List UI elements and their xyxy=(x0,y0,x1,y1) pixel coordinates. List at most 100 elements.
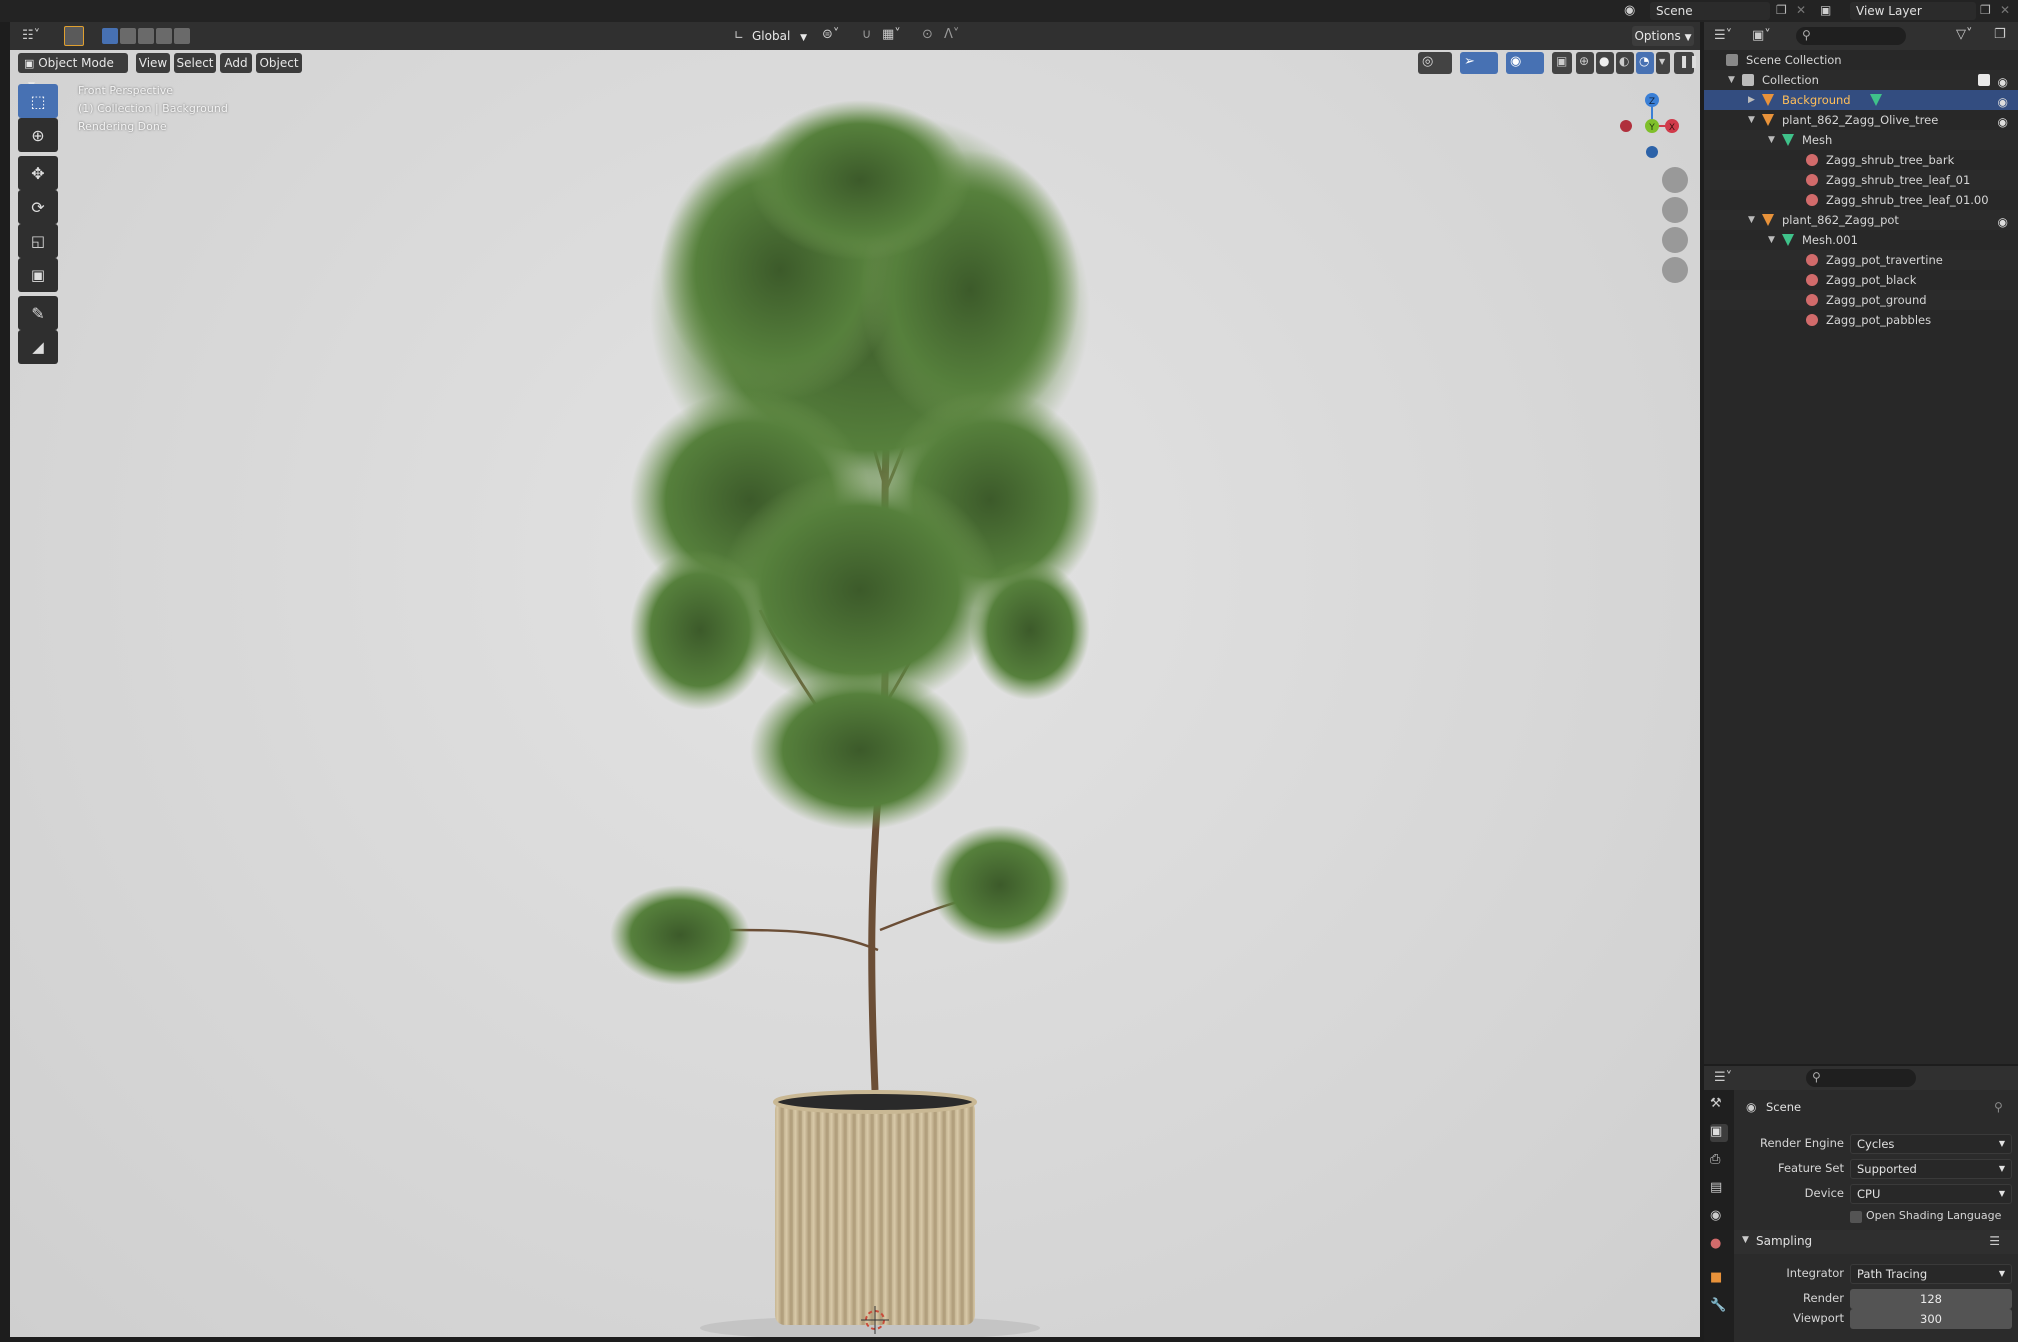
select-mode-extend-icon[interactable] xyxy=(120,28,136,44)
select-tool-icon[interactable] xyxy=(64,26,84,46)
proportional-edit-icon[interactable]: ⊙ xyxy=(922,27,933,42)
menu-select[interactable]: Select xyxy=(174,53,216,73)
tool-measure[interactable]: ◢ xyxy=(18,330,58,364)
tool-scale[interactable]: ◱ xyxy=(18,224,58,258)
snap-icon[interactable]: ∪ xyxy=(862,27,872,42)
new-collection-icon[interactable]: ❐ xyxy=(1994,27,2006,42)
list-icon[interactable]: ☰ xyxy=(1989,1234,2000,1248)
falloff-icon[interactable]: Λ˅ xyxy=(944,27,959,42)
remove-view-layer-icon[interactable]: ✕ xyxy=(2000,3,2010,17)
outliner-row-pot[interactable]: ▼ plant_862_Zagg_pot ◉ xyxy=(1704,210,2018,230)
checkbox-icon[interactable] xyxy=(1978,74,1990,86)
pin-icon[interactable]: ⚲ xyxy=(1994,1100,2003,1114)
eye-icon[interactable]: ◉ xyxy=(1998,212,2008,232)
new-scene-icon[interactable]: ❐ xyxy=(1776,3,1787,17)
outliner-row-material[interactable]: Zagg_pot_black xyxy=(1704,270,2018,290)
3d-viewport[interactable]: ▣ Object Mode ▼ View Select Add Object ◎… xyxy=(10,50,1700,1337)
chevron-down-icon[interactable]: ▼ xyxy=(1728,70,1735,90)
eye-icon[interactable]: ◉ xyxy=(1998,112,2008,132)
chevron-down-icon[interactable]: ▼ xyxy=(1768,130,1775,150)
shading-wireframe[interactable]: ⊕ xyxy=(1576,52,1594,74)
shading-rendered[interactable]: ◔ xyxy=(1636,52,1654,74)
chevron-down-icon[interactable]: ▼ xyxy=(1748,110,1755,130)
tool-tab-icon[interactable]: ⚒ xyxy=(1710,1096,1728,1114)
editor-type-icon[interactable]: ☷˅ xyxy=(22,28,40,43)
select-mode-subtract-icon[interactable] xyxy=(138,28,154,44)
pause-render-button[interactable]: ❚❚ xyxy=(1674,52,1699,74)
outliner-row-material[interactable]: Zagg_shrub_tree_leaf_01.00 xyxy=(1704,190,2018,210)
select-mode-invert-icon[interactable] xyxy=(156,28,172,44)
outliner-row-material[interactable]: Zagg_shrub_tree_leaf_01 xyxy=(1704,170,2018,190)
tool-select-box[interactable]: ⬚ xyxy=(18,84,58,118)
options-dropdown[interactable]: Options ▼ xyxy=(1632,26,1694,46)
select-mode-intersect-icon[interactable] xyxy=(174,28,190,44)
gizmo-toggle[interactable]: ➢ xyxy=(1460,52,1498,74)
properties-editor-type-icon[interactable]: ☰˅ xyxy=(1714,1070,1732,1085)
shading-solid[interactable]: ● xyxy=(1596,52,1614,74)
mode-selector[interactable]: ▣ Object Mode ▼ xyxy=(18,53,128,91)
tool-transform[interactable]: ▣ xyxy=(18,258,58,292)
transform-orientation-icon[interactable]: ∟ xyxy=(734,28,744,42)
visibility-dropdown[interactable]: ◎ xyxy=(1418,52,1452,74)
render-samples-field[interactable]: 128 xyxy=(1850,1289,2012,1309)
viewport-samples-field[interactable]: 300 xyxy=(1850,1309,2012,1329)
perspective-grid-icon[interactable] xyxy=(1662,257,1688,283)
camera-view-icon[interactable] xyxy=(1662,227,1688,253)
snap-target-icon[interactable]: ▦˅ xyxy=(882,27,901,42)
eye-icon[interactable]: ◉ xyxy=(1998,72,2008,92)
outliner-row-mesh[interactable]: ▼ Mesh.001 xyxy=(1704,230,2018,250)
device-dropdown[interactable]: CPU ▼ xyxy=(1850,1184,2012,1204)
view-layer-icon[interactable]: ▣ xyxy=(1820,3,1831,17)
svg-text:Y: Y xyxy=(1648,123,1655,133)
outliner-row-collection[interactable]: ▼ Collection ◉ xyxy=(1704,70,2018,90)
axis-neg-x-icon[interactable] xyxy=(1620,120,1632,132)
integrator-dropdown[interactable]: Path Tracing ▼ xyxy=(1850,1264,2012,1284)
new-view-layer-icon[interactable]: ❐ xyxy=(1980,3,1991,17)
outliner-row-background[interactable]: ▶ Background ◉ xyxy=(1704,90,2018,110)
tool-rotate[interactable]: ⟳ xyxy=(18,190,58,224)
display-mode-icon[interactable]: ▣˅ xyxy=(1752,28,1771,43)
xray-toggle[interactable]: ▣ xyxy=(1552,52,1572,74)
osl-checkbox[interactable] xyxy=(1850,1211,1862,1223)
outliner-row-material[interactable]: Zagg_pot_travertine xyxy=(1704,250,2018,270)
render-engine-dropdown[interactable]: Cycles ▼ xyxy=(1850,1134,2012,1154)
outliner-row-material[interactable]: Zagg_pot_ground xyxy=(1704,290,2018,310)
properties-search-input[interactable]: ⚲ xyxy=(1806,1069,1916,1087)
axis-neg-z-icon[interactable] xyxy=(1646,146,1658,158)
chevron-right-icon[interactable]: ▶ xyxy=(1748,90,1755,110)
outliner-row-material[interactable]: Zagg_shrub_tree_bark xyxy=(1704,150,2018,170)
menu-view[interactable]: View xyxy=(136,53,170,73)
tool-annotate[interactable]: ✎ xyxy=(18,296,58,330)
outliner-row-olive-tree[interactable]: ▼ plant_862_Zagg_Olive_tree ◉ xyxy=(1704,110,2018,130)
chevron-down-icon[interactable]: ▼ xyxy=(1768,230,1775,250)
scene-icon[interactable]: ◉ xyxy=(1624,3,1640,19)
navigation-gizmo[interactable]: Z Y X xyxy=(1600,80,1680,180)
pivot-point-icon[interactable]: ⊜˅ xyxy=(822,27,839,42)
tool-cursor[interactable]: ⊕ xyxy=(18,118,58,152)
chevron-down-icon[interactable]: ▼ xyxy=(1748,210,1755,230)
filter-icon[interactable]: ▽˅ xyxy=(1956,27,1973,42)
shading-options[interactable]: ▼ xyxy=(1656,52,1670,74)
scene-tab-icon[interactable]: ◉ xyxy=(1710,1208,1728,1226)
overlays-toggle[interactable]: ◉ xyxy=(1506,52,1544,74)
outliner-row-mesh[interactable]: ▼ Mesh xyxy=(1704,130,2018,150)
transform-orientation-dropdown[interactable]: Global ▼ xyxy=(752,26,814,46)
eye-icon[interactable]: ◉ xyxy=(1998,92,2008,112)
world-tab-icon[interactable]: ● xyxy=(1710,1236,1728,1254)
view-layer-selector[interactable]: View Layer xyxy=(1850,2,1976,20)
remove-scene-icon[interactable]: ✕ xyxy=(1796,3,1806,17)
scene-selector[interactable]: Scene xyxy=(1650,2,1770,20)
select-mode-new-icon[interactable] xyxy=(102,28,118,44)
pan-hand-icon[interactable] xyxy=(1662,197,1688,223)
zoom-icon[interactable] xyxy=(1662,167,1688,193)
outliner-row-scene-collection[interactable]: Scene Collection xyxy=(1704,50,2018,70)
tool-move[interactable]: ✥ xyxy=(18,156,58,190)
feature-set-dropdown[interactable]: Supported ▼ xyxy=(1850,1159,2012,1179)
shading-material[interactable]: ◐ xyxy=(1616,52,1634,74)
menu-add[interactable]: Add xyxy=(220,53,252,73)
sampling-panel-header[interactable]: ▼ Sampling ☰ xyxy=(1734,1230,2018,1254)
outliner-row-material[interactable]: Zagg_pot_pabbles xyxy=(1704,310,2018,330)
outliner-search-input[interactable]: ⚲ xyxy=(1796,27,1906,45)
outliner-editor-type-icon[interactable]: ☰˅ xyxy=(1714,28,1732,43)
menu-object[interactable]: Object xyxy=(256,53,302,73)
